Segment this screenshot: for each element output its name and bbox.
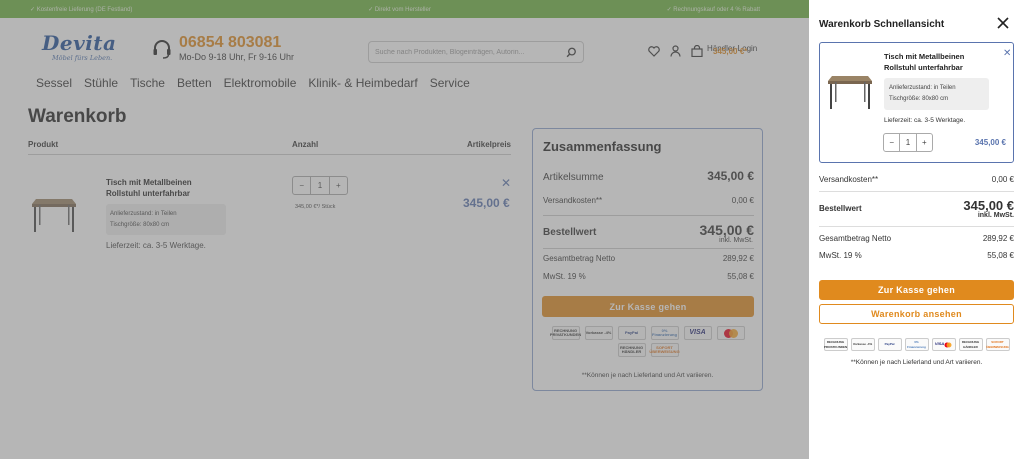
offcanvas-shipping-note: **Können je nach Lieferland und Art vari… <box>850 359 983 366</box>
offcanvas-net-row: Gesamtbetrag Netto 289,92 € <box>819 234 1014 243</box>
offcanvas-visa-label: VISA <box>934 341 945 347</box>
offcanvas-total-vat-note: inkl. MwSt. <box>977 212 1014 219</box>
offcanvas-payment-logo-sofort: SOFORT ÜBERWEISUNG <box>985 338 1010 351</box>
offcanvas-net-value: 289,92 € <box>982 234 1014 243</box>
offcanvas-net-label: Gesamtbetrag Netto <box>819 234 892 243</box>
view-cart-button[interactable]: Warenkorb ansehen <box>819 304 1014 324</box>
offcanvas-mastercard-icon <box>944 342 952 347</box>
offcanvas-delivery-time: Lieferzeit: ca. 3-5 Werktage. <box>884 117 966 124</box>
offcanvas-qty-input[interactable]: 1 <box>899 134 917 151</box>
offcanvas-title: Warenkorb Schnellansicht <box>819 19 945 30</box>
offcanvas-product-name[interactable]: Tisch mit Metallbeinen Rollstuhl unterfa… <box>884 51 984 73</box>
divider <box>819 191 1014 192</box>
page: ✓ Kostenfreie Lieferung (DE Festland) ✓ … <box>0 0 1024 459</box>
offcanvas-vat-row: MwSt. 19 % 55,08 € <box>819 251 1014 260</box>
backdrop-overlay[interactable] <box>0 0 809 459</box>
offcanvas-product-image[interactable] <box>826 73 874 111</box>
offcanvas-payment-logo-financing: 0% Finanzierung <box>904 338 929 351</box>
offcanvas-payment-logo-paypal: PayPal <box>877 338 902 351</box>
offcanvas-payment-logo-invoice: RECHNUNG PRIVATKUNDEN <box>823 338 848 351</box>
offcanvas-payment-logos: RECHNUNG PRIVATKUNDEN Vorkasse -4% PayPa… <box>819 338 1014 351</box>
offcanvas-attributes: Anlieferzustand: in Teilen Tischgröße: 8… <box>884 78 989 110</box>
offcanvas-quantity-stepper: − 1 + <box>883 133 933 152</box>
offcanvas-checkout-button[interactable]: Zur Kasse gehen <box>819 280 1014 300</box>
offcanvas-remove-icon[interactable]: ✕ <box>1003 48 1011 59</box>
offcanvas-attr-table-size: Tischgröße: 80x80 cm <box>889 96 949 102</box>
offcanvas-attr-delivery-state: Anlieferzustand: in Teilen <box>889 85 956 91</box>
offcanvas-vat-label: MwSt. 19 % <box>819 251 862 260</box>
offcanvas-shipping-value: 0,00 € <box>991 175 1014 184</box>
offcanvas-payment-logo-visa-mastercard: VISA <box>931 338 956 351</box>
offcanvas-total-label: Bestellwert <box>819 204 862 213</box>
divider <box>819 226 1014 227</box>
offcanvas-payment-logo-prepayment: Vorkasse -4% <box>850 338 875 351</box>
offcanvas-qty-plus-button[interactable]: + <box>917 138 932 147</box>
offcanvas-payment-logo-invoice-dealer: RECHNUNG HÄNDLER <box>958 338 983 351</box>
offcanvas-total-value: 345,00 € <box>963 198 1014 213</box>
offcanvas-line-item: Tisch mit Metallbeinen Rollstuhl unterfa… <box>819 42 1014 163</box>
offcanvas-total-row: Bestellwert 345,00 € <box>819 198 1014 213</box>
close-icon[interactable] <box>997 17 1009 29</box>
offcanvas-qty-minus-button[interactable]: − <box>884 138 899 147</box>
offcanvas-shipping-row: Versandkosten** 0,00 € <box>819 175 1014 184</box>
offcanvas-item-price: 345,00 € <box>974 138 1006 147</box>
offcanvas-shipping-label: Versandkosten** <box>819 175 879 184</box>
offcanvas-vat-value: 55,08 € <box>987 251 1014 260</box>
